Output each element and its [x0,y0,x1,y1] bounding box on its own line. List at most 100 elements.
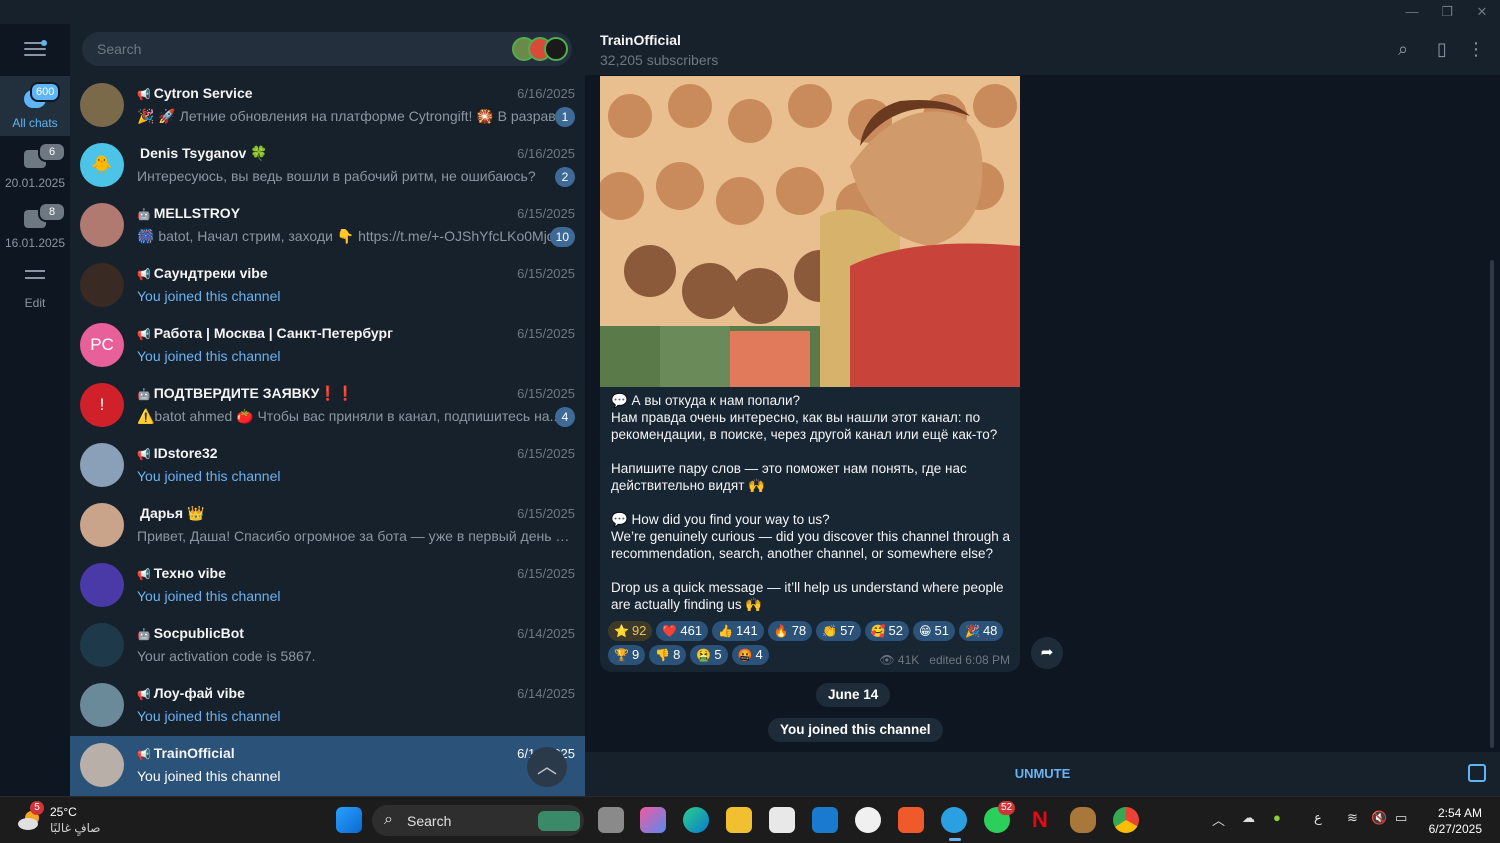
netflix-icon[interactable]: N [1027,807,1053,833]
file-explorer-icon[interactable] [726,807,752,833]
views-count: 41K [897,653,920,667]
sidebar-toggle-icon[interactable]: ▯ [1431,38,1453,60]
chat-type-icon: 📢 [137,449,151,461]
minimize-button[interactable]: — [1394,2,1430,22]
search-icon[interactable]: ⌕ [1392,38,1414,60]
folder-edit[interactable]: Edit [0,256,70,316]
chat-name: Дарья 👑 [137,505,204,522]
story-avatar[interactable] [544,37,568,61]
chat-row[interactable]: 🤖 MELLSTROY 6/15/2025 🎆 batot, Начал стрим,… [70,196,585,256]
yandex-browser-icon[interactable] [855,807,881,833]
chat-avatar [80,683,124,727]
date-separator: June 14 [816,683,891,707]
chat-avatar: 🐥 [80,143,124,187]
telegram-icon[interactable] [941,807,967,841]
reaction-chip[interactable]: 🤬 4 [731,645,769,665]
chat-row[interactable]: 📢TrainOfficial6/14/2025You joined this c… [70,736,585,796]
more-options-icon[interactable]: ⋮ [1465,38,1487,60]
chat-preview: You joined this channel [137,348,281,364]
reaction-chip[interactable]: 🎉 48 [958,621,1004,641]
reaction-chip[interactable]: 🔥 78 [767,621,813,641]
game-app-icon[interactable] [1070,807,1096,833]
reaction-chip[interactable]: 🏆 9 [608,645,646,665]
chat-preview: You joined this channel [137,588,281,604]
chat-name-text: MELLSTROY [153,205,241,221]
gift-icon[interactable] [1468,764,1486,782]
whatsapp-icon[interactable]: 52 [984,801,1016,833]
edit-label: Edit [24,296,46,310]
chat-row[interactable]: 📢 Cytron Service 6/16/2025 🎉 🚀 Летние обнов… [70,76,585,136]
chat-row[interactable]: Дарья 👑 6/15/2025 Привет, Даша! Спасибо ог… [70,496,585,556]
reaction-chip[interactable]: 😁 51 [913,621,955,641]
reaction-chip[interactable]: 👎 8 [649,645,687,665]
volume-muted-icon[interactable]: 🔇 [1371,810,1387,826]
brave-icon[interactable] [898,807,924,833]
reaction-chip[interactable]: ⭐ 92 [608,621,653,641]
chat-name: 🤖 MELLSTROY [137,205,240,221]
scroll-to-top-button[interactable]: ︿ [527,747,567,787]
restore-button[interactable]: ❐ [1429,2,1465,22]
wifi-icon[interactable]: ≋ [1347,810,1358,826]
reaction-emoji: ⭐ [614,624,629,638]
close-button[interactable]: ✕ [1464,2,1500,22]
reaction-emoji: 👎 [655,648,671,662]
chat-avatar [80,503,124,547]
weather-description: صافٍ غالبًا [50,821,101,835]
task-view-icon[interactable] [598,807,624,833]
outlook-icon[interactable] [812,807,838,833]
chat-row[interactable]: 🤖 SocpublicBot 6/14/2025 Your activation co… [70,616,585,676]
reaction-count: 78 [791,623,807,638]
chat-row[interactable]: 📢 IDstore32 6/15/2025 You joined this chann… [70,436,585,496]
folder-all-chats[interactable]: 600 All chats [0,76,70,136]
chat-row[interactable]: PC 📢 Работа | Москва | Санкт-Петербург 6/15… [70,316,585,376]
channel-title[interactable]: TrainOfficial [600,32,681,48]
edge-icon[interactable] [683,807,709,833]
post-meta: 👁 41K edited 6:08 PM [879,653,1010,667]
microsoft-store-icon[interactable] [769,807,795,833]
chat-type-icon: 📢 [137,569,151,581]
chat-avatar: PC [80,323,124,367]
folder-16-01-2025[interactable]: 8 16.01.2025 [0,196,70,256]
reaction-chip[interactable]: 🤮 5 [690,645,728,665]
reaction-chip[interactable]: ❤️ 461 [656,621,709,641]
folder-rail: 600 All chats 6 20.01.2025 8 16.01.2025 … [0,24,70,796]
chat-row[interactable]: 📢 Лоу-фай vibe 6/14/2025 You joined this ch… [70,676,585,736]
chat-name-text: Саундтреки vibe [153,265,268,281]
unread-badge: 4 [555,407,575,427]
reaction-count: 9 [631,647,640,662]
chat-type-icon: 📢 [137,329,151,341]
reaction-chip[interactable]: 👏 57 [816,621,861,641]
folder-badge: 6 [38,142,66,162]
battery-icon[interactable]: ▭ [1395,810,1407,826]
taskbar-search-label: Search [407,813,452,829]
forward-button[interactable]: ➦ [1031,637,1063,669]
folder-20-01-2025[interactable]: 6 20.01.2025 [0,136,70,196]
messages-scrollbar[interactable] [1490,260,1494,748]
windows-start-icon[interactable] [336,807,362,833]
tray-overflow-icon[interactable]: ︿ [1212,810,1225,829]
chat-row[interactable]: 🐥 Denis Tsyganov 🍀 6/16/2025 Интересуюсь, в… [70,136,585,196]
tray-app-icon[interactable]: ● [1273,810,1281,825]
chat-type-icon: 🤖 [137,209,151,221]
reaction-emoji: 👍 [718,624,734,638]
taskbar-search[interactable]: ⌕ Search [372,805,584,836]
folder-badge: 600 [30,82,61,102]
chat-type-icon: 🤖 [137,389,151,401]
search-input[interactable]: Search [82,32,572,66]
onedrive-icon[interactable]: ☁ [1242,810,1255,826]
chrome-icon[interactable] [1113,807,1139,833]
chat-row[interactable]: ! 🤖 ПОДТВЕРДИТЕ ЗАЯВКУ❗️❗️ 6/15/2025 ⚠️batot… [70,376,585,436]
chat-row[interactable]: 📢 Техно vibe 6/15/2025 You joined this chan… [70,556,585,616]
post-image[interactable] [600,76,1020,387]
chat-row[interactable]: 📢 Саундтреки vibe 6/15/2025 You joined this… [70,256,585,316]
system-clock[interactable]: 2:54 AM 6/27/2025 [1429,805,1482,837]
weather-badge: 5 [30,801,44,815]
input-language[interactable]: ع [1314,810,1322,826]
copilot-icon[interactable] [640,807,666,833]
reaction-chip[interactable]: 👍 141 [712,621,764,641]
reaction-chip[interactable]: 🥰 52 [864,621,909,641]
chat-name: 🤖 ПОДТВЕРДИТЕ ЗАЯВКУ❗️❗️ [137,385,354,402]
sliders-icon [25,270,45,288]
chat-avatar [80,563,124,607]
unmute-button[interactable]: UNMUTE [585,766,1500,781]
